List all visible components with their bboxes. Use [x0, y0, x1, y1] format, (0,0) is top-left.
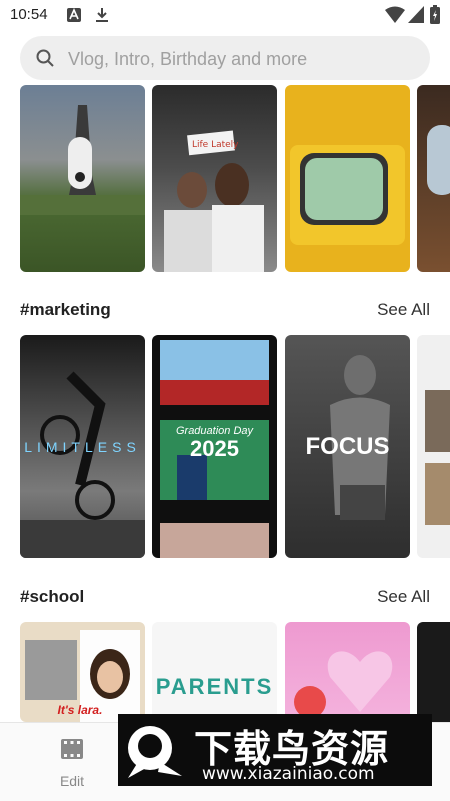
- bird-logo-icon: [128, 726, 182, 778]
- template-card-parents[interactable]: PARENTS: [152, 622, 277, 722]
- cellular-signal-icon: [408, 6, 424, 23]
- template-card-eiffel[interactable]: [20, 85, 145, 272]
- template-card-graduation[interactable]: Graduation Day 2025: [152, 335, 277, 558]
- retro-tv-thumbnail: [290, 145, 405, 245]
- download-icon: [96, 8, 108, 22]
- watermark-banner: 下载鸟资源 www.xiazainiao.com: [118, 714, 432, 786]
- status-bar: 10:54: [0, 0, 450, 30]
- year-text: 2025: [190, 436, 239, 461]
- search-input[interactable]: [66, 46, 420, 72]
- section-title-school: #school: [20, 587, 85, 606]
- status-time: 10:54: [10, 6, 48, 23]
- template-card-collage-partial[interactable]: [417, 335, 450, 558]
- template-card-its-lara[interactable]: It's lara.: [20, 622, 145, 722]
- its-lara-text: It's lara.: [57, 703, 103, 717]
- template-card-limitless[interactable]: LIMITLESS: [20, 335, 145, 558]
- eiffel-tower-thumbnail: [20, 105, 145, 215]
- template-card-dark-partial[interactable]: [417, 622, 450, 722]
- template-card-heart[interactable]: [285, 622, 410, 722]
- film-edit-icon: [61, 739, 83, 759]
- airplane-window-thumbnail: [427, 125, 450, 195]
- template-card-focus[interactable]: FOCUS: [285, 335, 410, 558]
- section-title-marketing: #marketing: [20, 300, 111, 319]
- heart-roses-thumbnail: [294, 651, 393, 718]
- template-card-retro-tv[interactable]: [285, 85, 410, 272]
- search-icon: [36, 49, 54, 67]
- search-bar[interactable]: [20, 36, 430, 80]
- font-app-icon: [67, 8, 81, 22]
- parents-overlay-text: PARENTS: [155, 674, 274, 699]
- nav-edit-label: Edit: [59, 773, 85, 789]
- see-all-school-link[interactable]: See All: [377, 587, 430, 607]
- wifi-icon: [385, 6, 405, 23]
- limitless-overlay-text: LIMITLESS: [24, 439, 141, 455]
- template-card-girls-selfie[interactable]: Life Lately: [152, 85, 277, 272]
- battery-icon: [430, 5, 440, 24]
- nav-edit-tab[interactable]: Edit: [50, 737, 94, 789]
- see-all-marketing-link[interactable]: See All: [377, 300, 430, 320]
- template-card-airplane-window[interactable]: [417, 85, 450, 272]
- girls-selfie-thumbnail: Life Lately: [164, 130, 264, 272]
- focus-overlay-text: FOCUS: [305, 433, 390, 460]
- watermark-url: www.xiazainiao.com: [202, 764, 375, 784]
- svg-text:Life Lately: Life Lately: [192, 140, 239, 150]
- photo-collage-thumbnail: [425, 390, 450, 525]
